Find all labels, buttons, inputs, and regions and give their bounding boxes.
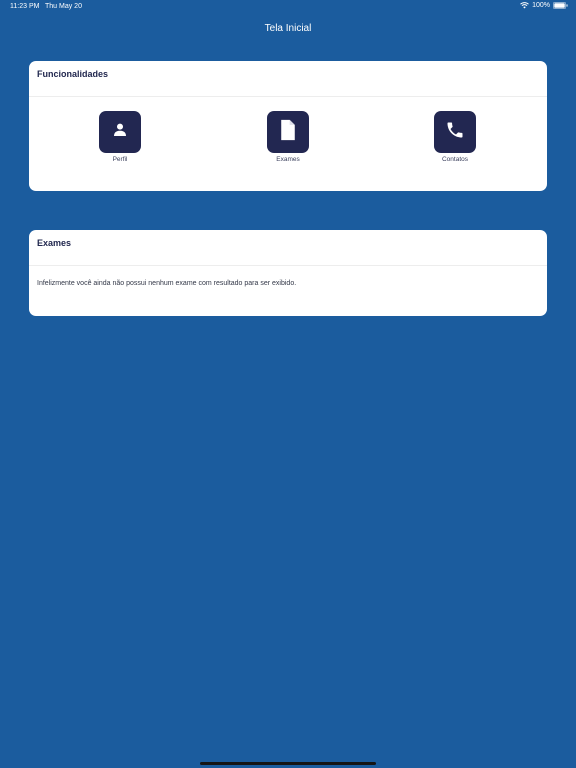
battery-icon	[553, 2, 568, 9]
exams-card-title: Exames	[29, 230, 547, 266]
feature-tile[interactable]	[434, 111, 476, 153]
status-time: 11:23 PM	[10, 3, 40, 10]
status-date: Thu May 20	[45, 3, 82, 10]
person-icon	[111, 121, 129, 144]
wifi-icon	[520, 2, 529, 9]
status-bar: 11:23 PM Thu May 20 100%	[0, 0, 576, 14]
features-grid: Perfil Exames Contatos	[29, 111, 547, 171]
status-indicators: 100%	[520, 2, 568, 9]
feature-exames-button[interactable]: Exames	[248, 111, 328, 163]
features-card-title: Funcionalidades	[29, 61, 547, 97]
battery-percent: 100%	[532, 2, 550, 9]
document-icon	[279, 119, 297, 146]
exams-empty-message: Infelizmente você ainda não possui nenhu…	[37, 280, 297, 287]
feature-label: Contatos	[441, 156, 469, 163]
feature-contatos-button[interactable]: Contatos	[415, 111, 495, 163]
feature-tile[interactable]	[267, 111, 309, 153]
features-card: Funcionalidades Perfil Exames Contatos	[29, 61, 547, 191]
exams-card: Exames Infelizmente você ainda não possu…	[29, 230, 547, 316]
page-title: Tela Inicial	[264, 23, 312, 34]
feature-perfil-button[interactable]: Perfil	[80, 111, 160, 163]
phone-icon	[445, 120, 465, 145]
feature-tile[interactable]	[99, 111, 141, 153]
feature-label: Exames	[276, 156, 300, 163]
feature-label: Perfil	[112, 156, 128, 163]
home-indicator[interactable]	[200, 762, 376, 765]
